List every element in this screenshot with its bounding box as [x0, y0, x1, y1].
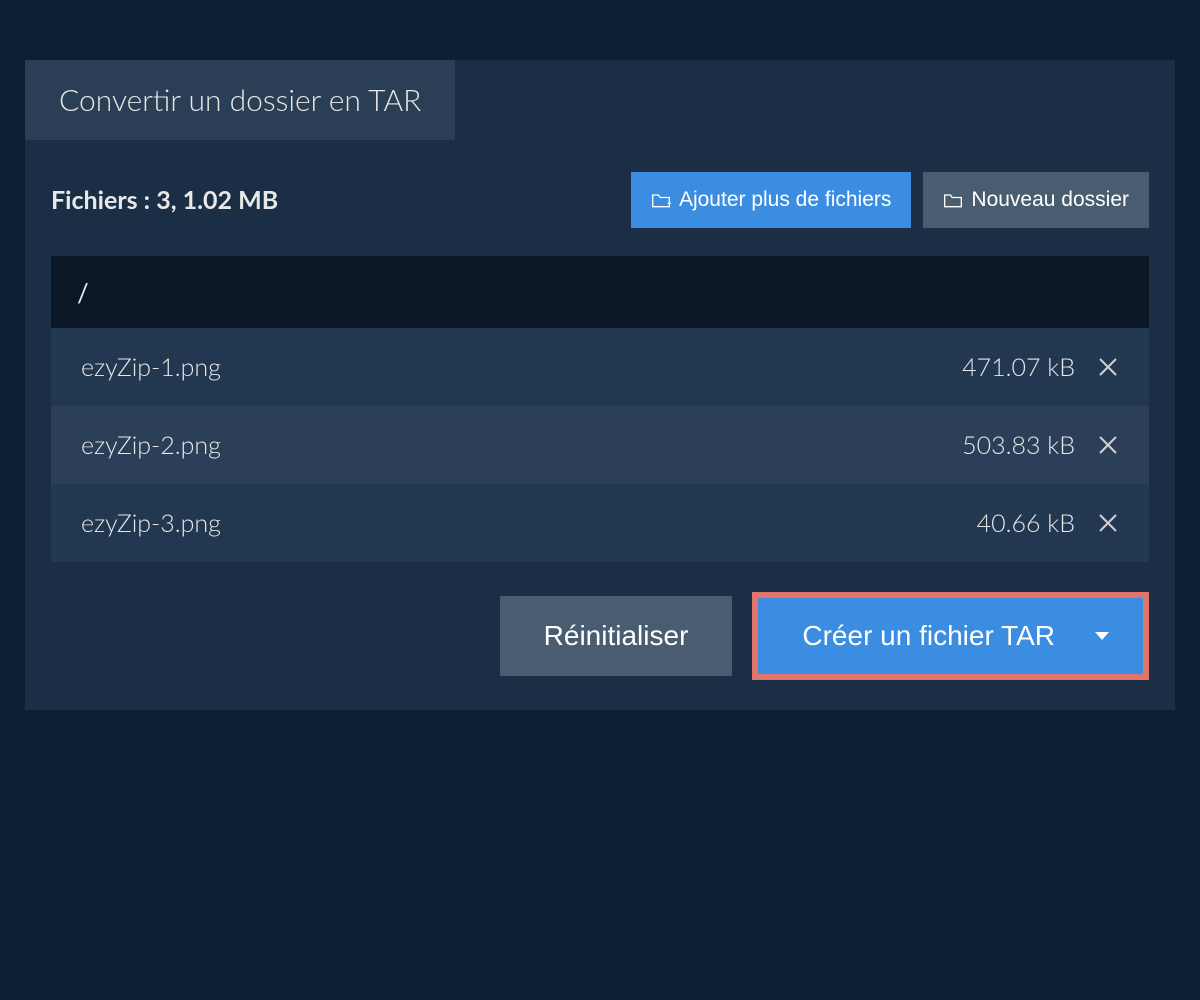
reset-button[interactable]: Réinitialiser — [500, 596, 733, 676]
folder-add-icon — [651, 191, 671, 209]
file-size: 471.07 kB — [962, 352, 1075, 382]
file-list: ezyZip-1.png 471.07 kB ezyZip-2.png 503.… — [51, 328, 1149, 562]
remove-file-icon[interactable] — [1097, 434, 1119, 456]
path-bar[interactable]: / — [51, 256, 1149, 328]
create-tar-button[interactable]: Créer un fichier TAR — [758, 598, 1143, 674]
toolbar: Fichiers : 3, 1.02 MB Ajouter plus de fi… — [25, 140, 1175, 256]
reset-label: Réinitialiser — [544, 620, 689, 651]
current-path: / — [77, 276, 89, 308]
file-row-right: 503.83 kB — [962, 430, 1119, 460]
file-size: 503.83 kB — [962, 430, 1075, 460]
create-tar-label: Créer un fichier TAR — [802, 620, 1055, 652]
add-more-files-label: Ajouter plus de fichiers — [679, 188, 891, 212]
new-folder-label: Nouveau dossier — [971, 188, 1129, 212]
file-row-right: 471.07 kB — [962, 352, 1119, 382]
file-row[interactable]: ezyZip-2.png 503.83 kB — [51, 406, 1149, 484]
main-panel: Convertir un dossier en TAR Fichiers : 3… — [25, 60, 1175, 710]
toolbar-buttons: Ajouter plus de fichiers Nouveau dossier — [631, 172, 1149, 228]
file-name: ezyZip-2.png — [81, 430, 221, 460]
create-tar-highlight: Créer un fichier TAR — [752, 592, 1149, 680]
file-name: ezyZip-1.png — [81, 352, 221, 382]
add-more-files-button[interactable]: Ajouter plus de fichiers — [631, 172, 911, 228]
remove-file-icon[interactable] — [1097, 356, 1119, 378]
file-row[interactable]: ezyZip-1.png 471.07 kB — [51, 328, 1149, 406]
file-row[interactable]: ezyZip-3.png 40.66 kB — [51, 484, 1149, 562]
tab-title: Convertir un dossier en TAR — [59, 82, 421, 118]
file-row-right: 40.66 kB — [977, 508, 1119, 538]
footer-actions: Réinitialiser Créer un fichier TAR — [25, 562, 1175, 710]
folder-icon — [943, 191, 963, 209]
tab-convert-folder-to-tar[interactable]: Convertir un dossier en TAR — [25, 60, 455, 140]
files-summary: Fichiers : 3, 1.02 MB — [51, 185, 278, 215]
file-size: 40.66 kB — [977, 508, 1075, 538]
new-folder-button[interactable]: Nouveau dossier — [923, 172, 1149, 228]
remove-file-icon[interactable] — [1097, 512, 1119, 534]
chevron-down-icon — [1095, 632, 1109, 640]
file-name: ezyZip-3.png — [81, 508, 221, 538]
